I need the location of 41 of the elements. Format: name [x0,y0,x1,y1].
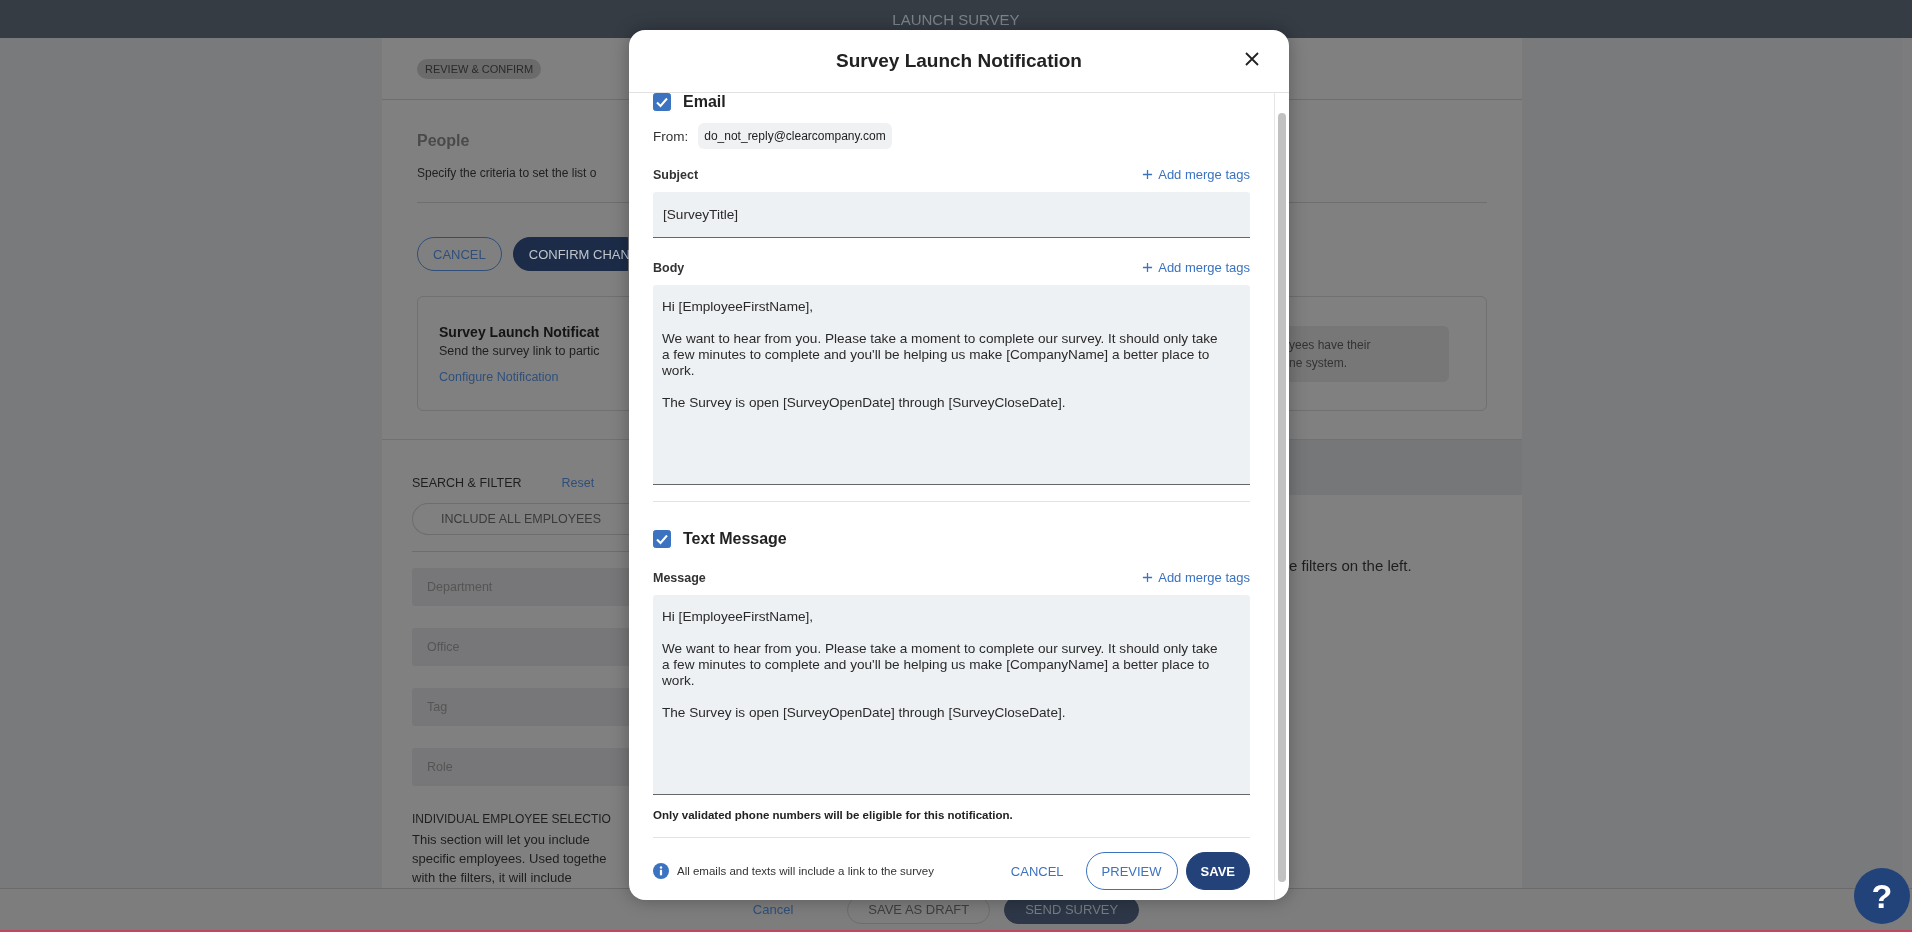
phone-note: Only validated phone numbers will be eligible for this notification. [653,809,1014,821]
text-field[interactable]: Hi [EmployeeFirstName], We want to hear from you. Please take a moment to complete our survey. It should only take a few minutes to complete and you'll be helping us make [CompanyName] a better place to work. The Survey is open [SurveyOpenDate] through [SurveyCloseDate]. [653,285,1250,485]
checkbox[interactable] [653,530,671,548]
scrollbar[interactable] [1274,93,1289,900]
sender-chip: do_not_reply@clearcompany.com [698,123,892,149]
results-hint: e filters on the left. [1289,557,1412,574]
info-icon [653,863,669,879]
plus-icon [1142,169,1154,180]
merge-tags-link[interactable]: Add merge tags [1142,167,1250,182]
field-label: Subject [653,167,699,182]
merge-tags-link[interactable]: Add merge tags [1142,260,1250,275]
selection-description: specific employees. Used togethe [412,850,608,868]
note-text: ne system. [1289,355,1348,370]
selection-heading: INDIVIDUAL EMPLOYEE SELECTIO [412,812,612,826]
dialog-button[interactable]: PREVIEW [1085,852,1178,890]
field-label: Message [653,570,706,585]
plus-icon [1142,262,1154,273]
merge-tags-link[interactable]: Add merge tags [1142,570,1250,585]
channel-label: Text Message [683,530,787,548]
dialog-button[interactable]: SAVE [1185,852,1250,890]
action-button[interactable]: CONFIRM CHAN [512,237,628,271]
from-label: From: [653,128,689,144]
section-description: Specify the criteria to set the list o [417,166,597,180]
field-label: Body [653,260,685,275]
checkbox[interactable] [653,93,671,111]
info-text: All emails and texts will include a link to the survey [677,865,935,877]
text-field[interactable]: Hi [EmployeeFirstName], We want to hear from you. Please take a moment to complete our survey. It should only take a few minutes to complete and you'll be helping us make [CompanyName] a better place to work. The Survey is open [SurveyOpenDate] through [SurveyCloseDate]. [653,595,1250,795]
dialog-button[interactable]: CANCEL [996,852,1078,890]
filter-heading: SEARCH & FILTER [412,476,522,490]
dialog-title: Survey Launch Notification [836,50,1082,72]
plus-icon [1142,572,1154,583]
text-field[interactable]: [SurveyTitle] [653,192,1250,238]
card-title: Survey Launch Notificat [439,323,600,340]
channel-label: Email [683,93,726,111]
close-icon[interactable] [1244,51,1260,67]
selection-description: This section will let you include [412,831,591,849]
selection-description: with the filters, it will include [412,869,573,887]
note-text: yees have their [1289,337,1371,352]
card-description: Send the survey link to partic [439,343,600,358]
page-title: LAUNCH SURVEY [892,10,1020,28]
step-chip: REVIEW & CONFIRM [417,58,542,79]
